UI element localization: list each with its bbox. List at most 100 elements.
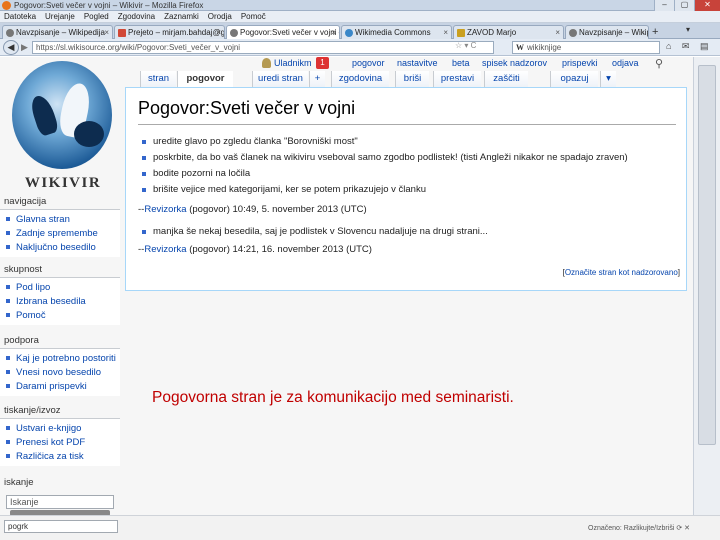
browser-tab[interactable]: Wikimedia Commons × (341, 25, 452, 39)
personal-link-odjava[interactable]: odjava (612, 58, 639, 68)
menu-item-pomoc[interactable]: Pomoč (241, 11, 266, 22)
scrollbar-thumb[interactable] (698, 65, 716, 445)
browser-tab[interactable]: Navzpisanje – Wikipedija × (2, 25, 113, 39)
portal-heading: iskanje (4, 477, 34, 488)
user-page-link[interactable]: Uladnikm (274, 58, 312, 68)
close-tab-icon[interactable]: × (216, 26, 221, 39)
sidebar-item-glavna-stran[interactable]: Glavna stran (0, 212, 120, 226)
sidebar-item-kaj-je-potrebno-postoriti[interactable]: Kaj je potrebno postoriti (0, 351, 120, 365)
tab-uredi-stran[interactable]: uredi stran (252, 71, 308, 87)
tab-zasciti[interactable]: zaščiti (484, 71, 528, 87)
list-item: poskrbite, da bo vaš članek na wikiviru … (142, 152, 628, 163)
sidebar-item-izbrana-besedila[interactable]: Izbrana besedila (0, 294, 120, 308)
tab-more-menu[interactable]: ▾ (600, 71, 616, 87)
browser-tab-label: Wikimedia Commons (355, 28, 431, 37)
user-link-revizorka[interactable]: Revizorka (144, 244, 186, 255)
menu-item-urejanje[interactable]: Urejanje (45, 11, 75, 22)
sidebar-item-zadnje-spremembe[interactable]: Zadnje spremembe (0, 226, 120, 240)
new-tab-button[interactable]: + (652, 26, 658, 38)
mark-patrolled-link[interactable]: Označite stran kot nadzorovano (565, 268, 678, 277)
sidebar-portal-skupnost: skupnost Pod lipo Izbrana besedila Pomoč (0, 264, 120, 325)
portal-heading: podpora (4, 335, 39, 346)
personal-link-prispevki[interactable]: prispevki (562, 58, 598, 68)
notification-badge[interactable]: 1 (316, 57, 329, 69)
browser-tab[interactable]: ZAVOD Marjo × (453, 25, 564, 39)
list-item: uredite glavo po zgledu članka "Borovniš… (142, 136, 358, 147)
browser-tab[interactable]: Prejeto – mirjam.bahdaj@gma… × (114, 25, 225, 39)
browser-tab-label: ZAVOD Marjo (467, 28, 517, 37)
close-tab-icon[interactable]: × (104, 26, 109, 39)
sidebar-item-pod-lipo[interactable]: Pod lipo (0, 280, 120, 294)
browser-search-input[interactable]: W wikiknjige (512, 41, 660, 54)
page-content: Pogovor:Sveti večer v vojni uredite glav… (125, 87, 687, 291)
forward-button[interactable]: ▶ (21, 42, 28, 53)
menu-item-orodja[interactable]: Orodja (208, 11, 232, 22)
menu-item-pogled[interactable]: Pogled (84, 11, 109, 22)
list-item: bodite pozorni na ločila (142, 168, 250, 179)
tab-add-section[interactable]: + (309, 71, 325, 87)
personal-link-pogovor[interactable]: pogovor (352, 58, 385, 68)
window-title: Pogovor:Sveti večer v vojni – Wikivir – … (14, 1, 204, 10)
browser-tab-label: Prejeto – mirjam.bahdaj@gma… (128, 28, 225, 37)
menu-item-datoteka[interactable]: Datoteka (4, 11, 36, 22)
close-tab-icon[interactable]: × (331, 26, 336, 39)
portal-heading: skupnost (4, 264, 43, 275)
title-divider (138, 124, 676, 125)
tab-pogovor[interactable]: pogovor (177, 71, 233, 87)
sidebar-search-input[interactable]: Iskanje (6, 495, 114, 509)
find-input[interactable]: pogrk (4, 520, 118, 533)
sidebar-item-prenesi-kot-pdf[interactable]: Prenesi kot PDF (0, 435, 120, 449)
portal-heading: navigacija (4, 196, 47, 207)
sidebar-item-darami-prispevki[interactable]: Darami prispevki (0, 379, 120, 393)
minimize-button[interactable]: – (654, 0, 674, 11)
url-bar[interactable]: https://sl.wikisource.org/wiki/Pogovor:S… (32, 41, 494, 54)
browser-tab-label: Navzpisanje – Wikipedija (579, 28, 648, 37)
sidebar-item-razlicica-za-tisk[interactable]: Različica za tisk (0, 449, 120, 463)
browser-viewport: WIKIVIR navigacija Glavna stran Zadnje s… (0, 57, 720, 515)
sidebar-item-nakljucno-besedilo[interactable]: Naključno besedilo (0, 240, 120, 254)
annotation-caption: Pogovorna stran je za komunikacijo med s… (152, 389, 514, 406)
close-tab-icon[interactable]: × (443, 26, 448, 39)
logo-globe-icon (12, 61, 112, 169)
tab-opazuj[interactable]: opazuj (550, 71, 598, 87)
toolbar-right-icons[interactable]: ⌂ ✉ ▤ (666, 41, 712, 52)
content-tabs: stran pogovor uredi stran + zgodovina br… (120, 71, 692, 87)
sidebar-portal-iskanje: iskanje (0, 477, 120, 489)
list-item: manjka še nekaj besedila, saj je podlist… (142, 226, 488, 237)
wikipedia-favicon-icon (6, 29, 14, 37)
sidebar-item-vnesi-novo-besedilo[interactable]: Vnesi novo besedilo (0, 365, 120, 379)
tab-prestavi[interactable]: prestavi (433, 71, 481, 87)
menu-bar: Datoteka Urejanje Pogled Zgodovina Zazna… (0, 11, 720, 23)
status-bar: pogrk Označeno: Razlikujte/Izbriši ⟳ ✕ (0, 515, 720, 540)
personal-link-spisek-nadzorov[interactable]: spisek nadzorov (482, 58, 547, 68)
close-tab-icon[interactable]: × (555, 26, 560, 39)
browser-tab-label: Pogovor:Sveti večer v vojni – … (240, 28, 339, 37)
wikipedia-favicon-icon (569, 29, 577, 37)
wiki-search-icon[interactable]: ⚲ (655, 57, 663, 70)
personal-link-nastavitve[interactable]: nastavitve (397, 58, 438, 68)
back-button[interactable]: ◀ (3, 40, 19, 55)
portal-heading: tiskanje/izvoz (4, 405, 61, 416)
browser-tab[interactable]: Navzpisanje – Wikipedija × (565, 25, 649, 39)
navigation-bar: ◀ ▶ https://sl.wikisource.org/wiki/Pogov… (0, 39, 720, 56)
wikivir-logo[interactable]: WIKIVIR (10, 61, 116, 199)
url-bar-icons[interactable]: ☆ ▾ C (455, 41, 476, 50)
sidebar-item-ustvari-e-knjigo[interactable]: Ustvari e-knjigo (0, 421, 120, 435)
tab-stran[interactable]: stran (140, 71, 176, 87)
vertical-scrollbar[interactable] (693, 57, 720, 515)
menu-item-zaznamki[interactable]: Zaznamki (164, 11, 199, 22)
browser-tab-active[interactable]: Pogovor:Sveti večer v vojni – … × (226, 25, 340, 39)
personal-link-beta[interactable]: beta (452, 58, 470, 68)
menu-item-zgodovina[interactable]: Zgodovina (118, 11, 155, 22)
user-link-revizorka[interactable]: Revizorka (144, 204, 186, 215)
close-window-button[interactable]: ✕ (694, 0, 720, 11)
tab-list-button[interactable]: ▾ (686, 25, 690, 34)
firefox-icon (2, 1, 11, 10)
maximize-button[interactable]: ▢ (674, 0, 694, 11)
sidebar-item-pomoc[interactable]: Pomoč (0, 308, 120, 322)
close-tab-icon[interactable]: × (640, 26, 645, 39)
tab-brisi[interactable]: briši (395, 71, 429, 87)
gmail-favicon-icon (118, 29, 126, 37)
window-title-bar: Pogovor:Sveti večer v vojni – Wikivir – … (0, 0, 720, 11)
tab-zgodovina[interactable]: zgodovina (331, 71, 389, 87)
